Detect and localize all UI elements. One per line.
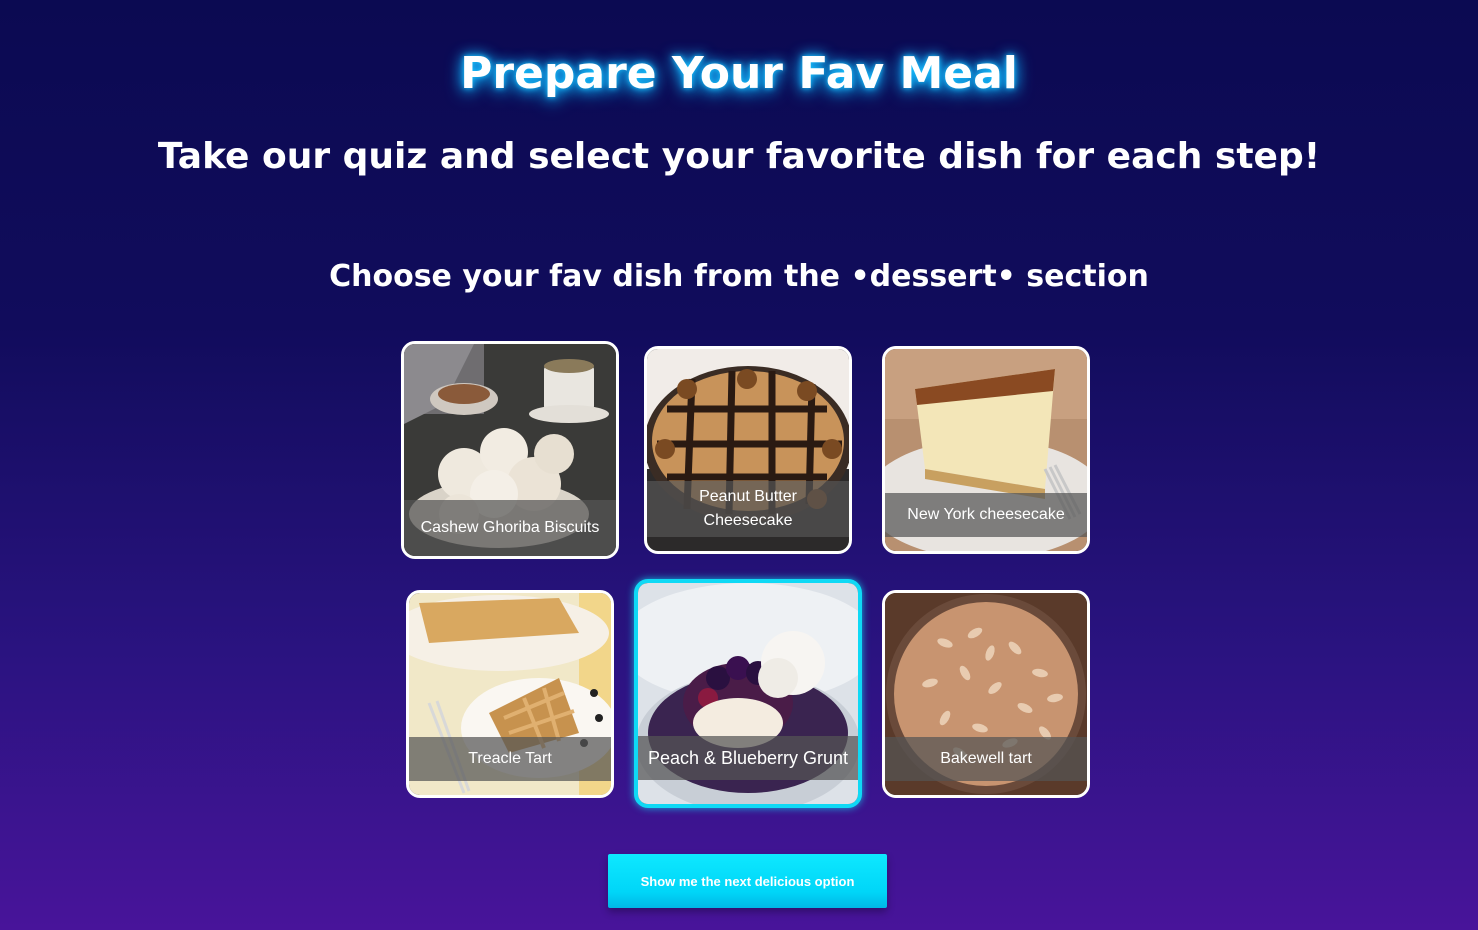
dish-option-label: Cashew Ghoriba Biscuits	[404, 500, 616, 556]
dish-option-label: Bakewell tart	[885, 737, 1087, 781]
dish-option-card-selected[interactable]: Peach & Blueberry Grunt	[634, 579, 862, 808]
dish-option-card[interactable]: Peanut Butter Cheesecake	[644, 346, 852, 554]
dish-option-label: Treacle Tart	[409, 737, 611, 781]
dish-option-card[interactable]: New York cheesecake	[882, 346, 1090, 554]
dish-option-card[interactable]: Cashew Ghoriba Biscuits	[401, 341, 619, 559]
page-title: Prepare Your Fav Meal	[460, 48, 1018, 99]
dish-option-label: Peach & Blueberry Grunt	[638, 736, 858, 780]
dish-option-label: Peanut Butter Cheesecake	[647, 481, 849, 537]
page-subtitle: Take our quiz and select your favorite d…	[157, 136, 1321, 177]
section-prompt: Choose your fav dish from the •dessert• …	[329, 259, 1149, 294]
dish-option-label: New York cheesecake	[885, 493, 1087, 537]
dish-option-card[interactable]: Treacle Tart	[406, 590, 614, 798]
dish-option-card[interactable]: Bakewell tart	[882, 590, 1090, 798]
next-option-button[interactable]: Show me the next delicious option	[608, 854, 887, 908]
